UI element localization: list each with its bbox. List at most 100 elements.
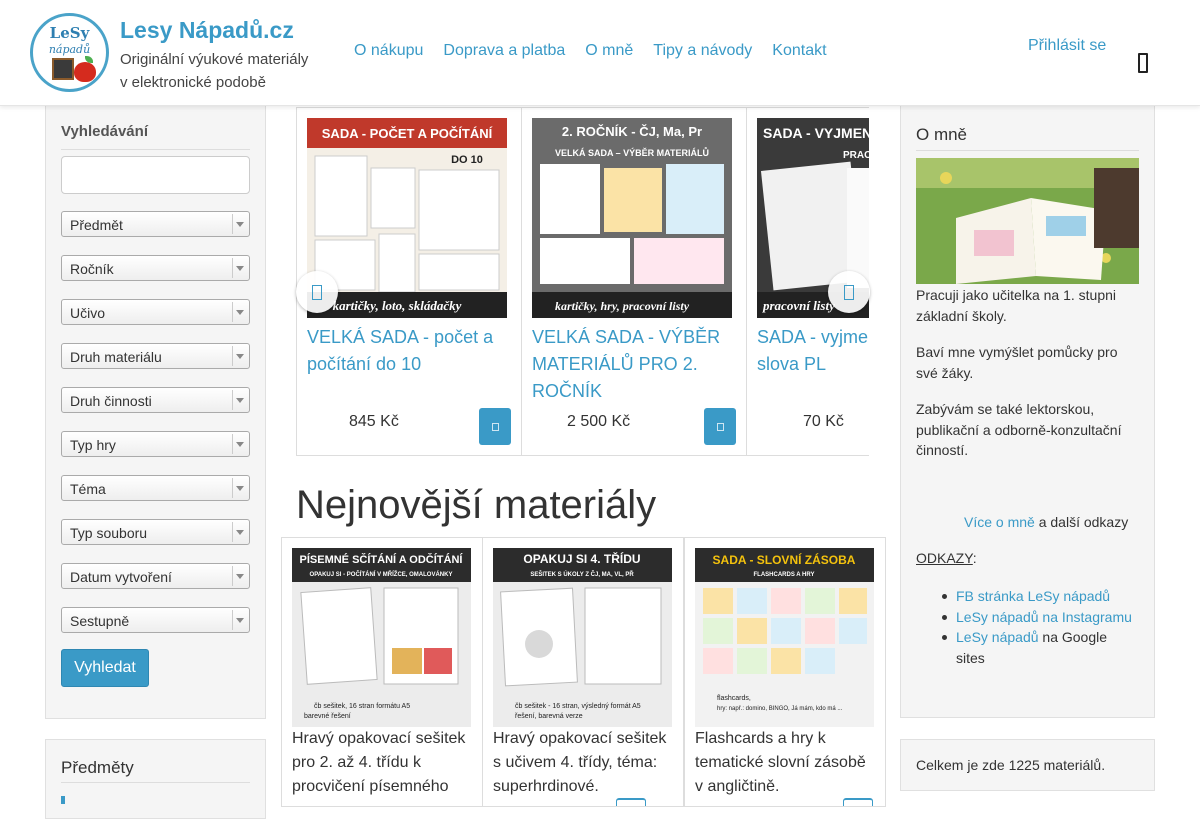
product-image[interactable]: OPAKUJ SI 4. TŘÍDU SEŠITEK S ÚKOLY Z ČJ,…: [493, 548, 672, 727]
filter-label: Druh činnosti: [70, 393, 152, 409]
more-about-link[interactable]: Více o mně: [964, 514, 1035, 530]
filter-typ-souboru[interactable]: Typ souboru: [61, 519, 250, 545]
carousel-card[interactable]: 2. ROČNÍK - ČJ, Ma, Pr VELKÁ SADA – VÝBĚ…: [521, 107, 747, 456]
author-photo: [916, 158, 1139, 284]
links-list: FB stránka LeSy nápadů LeSy nápadů na In…: [942, 586, 1136, 668]
menu-icon[interactable]: [1138, 53, 1148, 73]
filter-label: Téma: [70, 481, 106, 497]
dropdown-caret-icon: [236, 618, 244, 623]
product-image[interactable]: SADA - SLOVNÍ ZÁSOBA FLASHCARDS A HRY fl…: [695, 548, 874, 727]
divider: [61, 149, 250, 150]
login-link[interactable]: Přihlásit se: [1028, 37, 1106, 55]
logo-text: LeSy: [49, 24, 90, 42]
filter-typ-hry[interactable]: Typ hry: [61, 431, 250, 457]
image-footer: čb sešitek, 16 stran formátu A5: [314, 703, 410, 710]
materials-count: Celkem je zde 1225 materiálů.: [916, 757, 1106, 773]
nav-item-kontakt[interactable]: Kontakt: [772, 42, 826, 60]
divider: [232, 346, 233, 366]
product-description: Hravý opakovací sešitek pro 2. až 4. tří…: [292, 730, 466, 795]
filter-ucivo[interactable]: Učivo: [61, 299, 250, 325]
newest-card[interactable]: SADA - SLOVNÍ ZÁSOBA FLASHCARDS A HRY fl…: [684, 537, 886, 807]
image-footer: kartičky, loto, skládačky: [333, 298, 462, 313]
cart-icon[interactable]: [704, 408, 736, 445]
product-description: Flashcards a hry k tematické slovní záso…: [695, 730, 866, 795]
dropdown-caret-icon: [236, 266, 244, 271]
divider: [61, 782, 250, 783]
filter-rocnik[interactable]: Ročník: [61, 255, 250, 281]
about-panel-title: O mně: [916, 125, 968, 144]
product-image[interactable]: 2. ROČNÍK - ČJ, Ma, Pr VELKÁ SADA – VÝBĚ…: [532, 118, 732, 318]
site-header: LeSy nápadů Lesy Nápadů.cz Originální vý…: [0, 0, 1200, 106]
cart-icon[interactable]: [479, 408, 511, 445]
instagram-link[interactable]: LeSy nápadů na Instagramu: [956, 609, 1132, 625]
site-subtitle: Originální výukové materiály v elektroni…: [120, 48, 320, 94]
nav-item-o-nakupu[interactable]: O nákupu: [354, 42, 423, 60]
filter-label: Typ hry: [70, 437, 116, 453]
product-description: Hravý opakovací sešitek s učivem 4. tříd…: [493, 730, 667, 795]
image-footer: kartičky, hry, pracovní listy: [555, 299, 690, 313]
links-heading-colon: :: [972, 550, 977, 566]
dropdown-caret-icon: [236, 222, 244, 227]
product-title[interactable]: VELKÁ SADA - počet a počítání do 10: [307, 324, 512, 378]
newest-card[interactable]: OPAKUJ SI 4. TŘÍDU SEŠITEK S ÚKOLY Z ČJ,…: [482, 537, 684, 807]
image-title: SADA - POČET A POČÍTÁNÍ: [322, 126, 493, 141]
nav-item-tipy[interactable]: Tipy a návody: [653, 42, 752, 60]
site-subtitle-line1: Originální výukové materiály: [120, 51, 309, 68]
list-item: LeSy nápadů na Google sites: [942, 627, 1136, 668]
about-panel: O mně Pracuji jako učitelka na 1. stupni…: [900, 105, 1155, 718]
links-heading-text: ODKAZY: [916, 550, 973, 566]
newest-card[interactable]: PÍSEMNÉ SČÍTÁNÍ A ODČÍTÁNÍ OPAKUJ SI - P…: [281, 537, 483, 807]
dropdown-caret-icon: [236, 574, 244, 579]
product-image[interactable]: PÍSEMNÉ SČÍTÁNÍ A ODČÍTÁNÍ OPAKUJ SI - P…: [292, 548, 471, 727]
filter-razeni[interactable]: Sestupně: [61, 607, 250, 633]
cart-icon[interactable]: [616, 798, 646, 806]
cart-icon[interactable]: [843, 798, 873, 806]
search-input[interactable]: [61, 156, 250, 194]
image-subtitle: FLASHCARDS A HRY: [754, 572, 815, 578]
dropdown-caret-icon: [236, 310, 244, 315]
facebook-link[interactable]: FB stránka LeSy nápadů: [956, 588, 1110, 604]
divider: [232, 478, 233, 498]
subjects-panel: Předměty: [45, 739, 266, 819]
section-heading: Nejnovější materiály: [296, 483, 657, 527]
filter-datum[interactable]: Datum vytvoření: [61, 563, 250, 589]
divider: [232, 390, 233, 410]
chevron-left-icon[interactable]: [296, 271, 338, 313]
image-footer: čb sešitek - 16 stran, výsledný formát A…: [515, 703, 641, 710]
dropdown-caret-icon: [236, 442, 244, 447]
divider: [232, 522, 233, 542]
filter-druh-cinnosti[interactable]: Druh činnosti: [61, 387, 250, 413]
image-title: 2. ROČNÍK - ČJ, Ma, Pr: [562, 124, 702, 139]
google-sites-link[interactable]: LeSy nápadů: [956, 629, 1039, 645]
search-panel: Vyhledávání Předmět Ročník Učivo Druh ma…: [45, 105, 266, 719]
search-button[interactable]: Vyhledat: [61, 649, 149, 687]
site-logo[interactable]: LeSy nápadů: [30, 13, 109, 92]
more-about-rest: a další odkazy: [1034, 514, 1129, 530]
dropdown-caret-icon: [236, 530, 244, 535]
product-title[interactable]: VELKÁ SADA - VÝBĚR MATERIÁLŮ PRO 2. ROČN…: [532, 324, 737, 405]
image-title: PÍSEMNÉ SČÍTÁNÍ A ODČÍTÁNÍ: [300, 553, 464, 566]
list-item: LeSy nápadů na Instagramu: [942, 607, 1136, 628]
apple-icon: [74, 62, 96, 82]
product-price: 845 Kč: [349, 413, 399, 430]
filter-tema[interactable]: Téma: [61, 475, 250, 501]
filter-label: Typ souboru: [70, 525, 148, 541]
image-footer-2: barevné řešení: [304, 713, 351, 720]
image-title: SADA - SLOVNÍ ZÁSOBA: [713, 552, 856, 567]
list-item: FB stránka LeSy nápadů: [942, 586, 1136, 607]
carousel-mask: [869, 107, 900, 457]
filter-label: Sestupně: [70, 613, 130, 629]
filter-druh-materialu[interactable]: Druh materiálu: [61, 343, 250, 369]
image-footer-2: řešení, barevná verze: [515, 713, 583, 720]
filter-label: Druh materiálu: [70, 349, 162, 365]
nav-item-doprava[interactable]: Doprava a platba: [443, 42, 565, 60]
divider: [232, 302, 233, 322]
site-title[interactable]: Lesy Nápadů.cz: [120, 17, 294, 44]
nav-item-o-mne[interactable]: O mně: [585, 42, 633, 60]
chevron-right-icon[interactable]: [828, 271, 870, 313]
filter-predmet[interactable]: Předmět: [61, 211, 250, 237]
site-subtitle-line2: v elektronické podobě: [120, 74, 266, 91]
divider: [916, 150, 1139, 151]
about-paragraph-3: Zabývám se také lektorskou, publikační a…: [916, 401, 1122, 458]
image-title: OPAKUJ SI 4. TŘÍDU: [523, 551, 640, 566]
